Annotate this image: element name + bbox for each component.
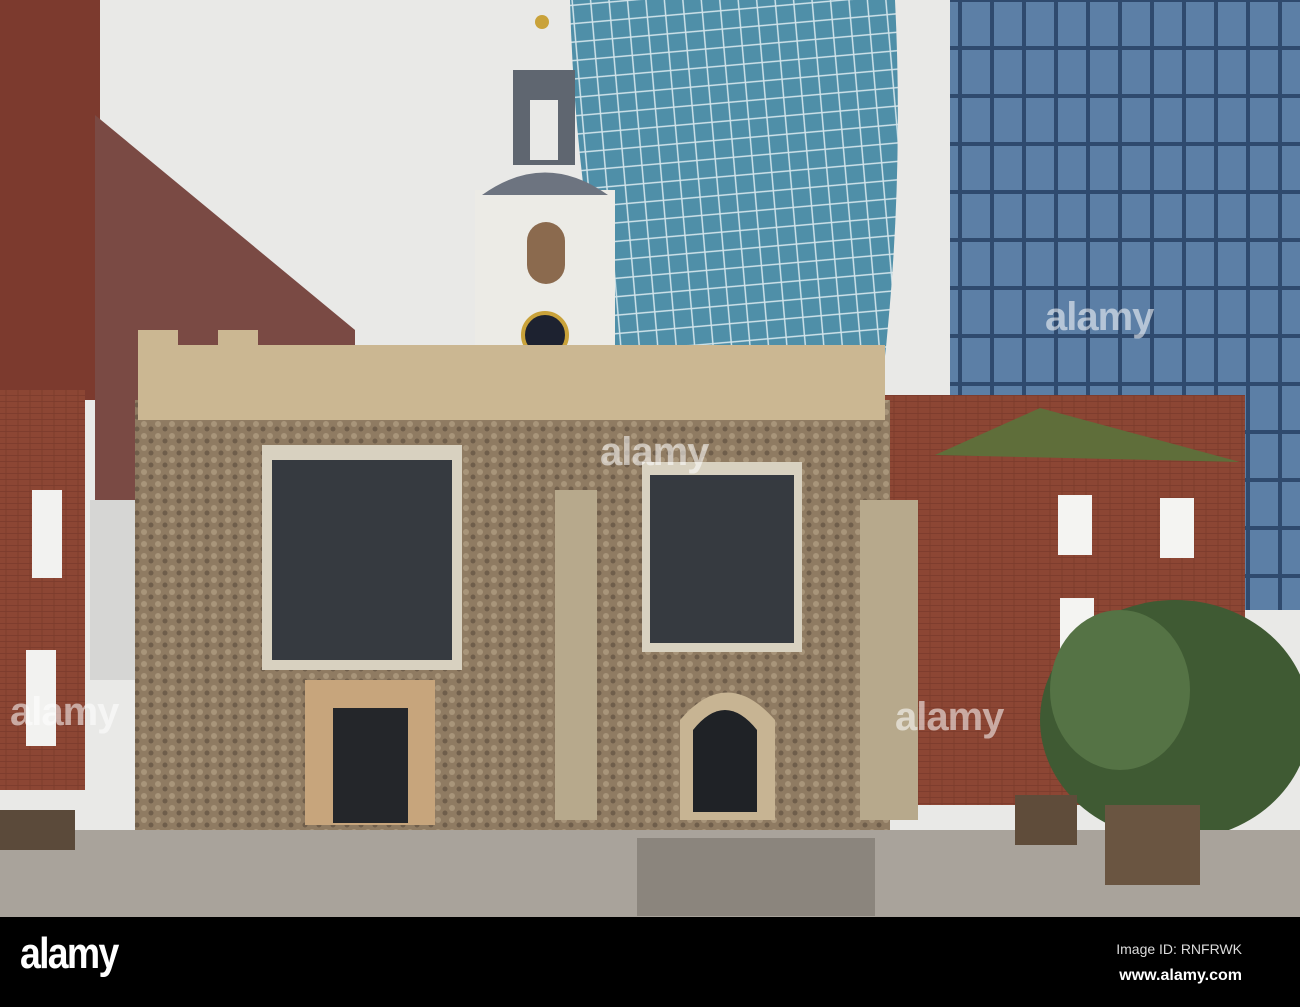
footer-bar: alamy Image ID: RNFRWK www.alamy.com xyxy=(0,917,1300,1007)
battlements xyxy=(138,345,885,420)
bench xyxy=(0,810,75,850)
site-url: www.alamy.com xyxy=(1119,967,1242,984)
watermark: alamy xyxy=(10,690,119,734)
bench xyxy=(1105,805,1200,885)
watermark: alamy xyxy=(600,430,709,474)
alamy-logo: alamy xyxy=(20,929,119,978)
watermark: alamy xyxy=(895,695,1004,739)
brick-tower-left xyxy=(0,0,100,400)
church-door-left xyxy=(333,708,408,823)
watermark: alamy xyxy=(1045,295,1154,339)
image-id: Image ID: RNFRWK xyxy=(1116,941,1242,957)
bench xyxy=(1015,795,1077,845)
stone-tomb xyxy=(637,838,875,916)
stock-photo-page: alamy alamy alamy alamy alamy Image ID: … xyxy=(0,0,1300,1007)
church-door-right xyxy=(693,710,757,812)
gherkin-tower xyxy=(570,0,898,400)
